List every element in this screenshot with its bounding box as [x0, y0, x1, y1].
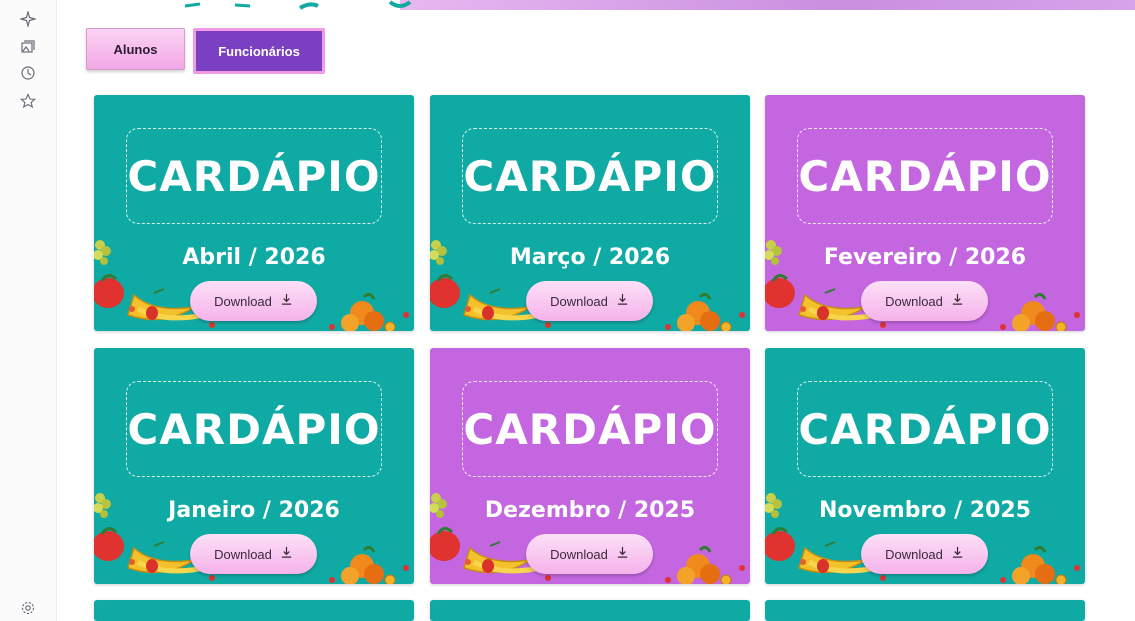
top-banner-decoration: [400, 0, 1135, 10]
card-title: CARDÁPIO: [127, 151, 381, 201]
card-month: Fevereiro / 2026: [823, 245, 1027, 270]
card-month: Março / 2026: [509, 245, 671, 270]
card-title: CARDÁPIO: [798, 404, 1052, 454]
download-icon: [616, 293, 629, 309]
download-button[interactable]: Download: [190, 534, 317, 574]
top-squiggle-decoration: [0, 0, 412, 10]
card-title-frame: CARDÁPIO: [797, 128, 1053, 224]
download-label: Download: [214, 546, 272, 562]
menu-card-partial: [765, 600, 1085, 621]
card-month: Dezembro / 2025: [484, 498, 696, 523]
download-button[interactable]: Download: [526, 534, 653, 574]
download-icon: [616, 546, 629, 562]
audience-tabs: Alunos Funcionários: [86, 28, 325, 74]
gallery-icon[interactable]: [19, 38, 37, 56]
card-title: CARDÁPIO: [463, 404, 717, 454]
download-icon: [951, 293, 964, 309]
menu-card: CARDÁPIO Março / 2026 Download: [430, 95, 750, 331]
tab-funcionarios[interactable]: Funcionários: [193, 28, 325, 74]
menu-card: CARDÁPIO Janeiro / 2026 Download: [94, 348, 414, 584]
card-title: CARDÁPIO: [463, 151, 717, 201]
card-title-frame: CARDÁPIO: [126, 128, 382, 224]
menu-card: CARDÁPIO Abril / 2026 Download: [94, 95, 414, 331]
history-icon[interactable]: [19, 64, 37, 82]
card-title-frame: CARDÁPIO: [462, 381, 718, 477]
menu-card: CARDÁPIO Fevereiro / 2026 Download: [765, 95, 1085, 331]
card-title-frame: CARDÁPIO: [126, 381, 382, 477]
card-month: Janeiro / 2026: [168, 498, 340, 523]
card-title: CARDÁPIO: [127, 404, 381, 454]
download-button[interactable]: Download: [861, 281, 988, 321]
menu-card-partial: [430, 600, 750, 621]
download-button[interactable]: Download: [190, 281, 317, 321]
menu-card-partial: [94, 600, 414, 621]
download-label: Download: [550, 293, 608, 309]
download-icon: [951, 546, 964, 562]
tab-alunos[interactable]: Alunos: [86, 28, 185, 70]
card-title: CARDÁPIO: [798, 151, 1052, 201]
card-month: Abril / 2026: [182, 245, 326, 270]
menu-card: CARDÁPIO Novembro / 2025 Download: [765, 348, 1085, 584]
download-icon: [280, 293, 293, 309]
settings-icon[interactable]: [19, 599, 37, 617]
download-button[interactable]: Download: [526, 281, 653, 321]
card-title-frame: CARDÁPIO: [797, 381, 1053, 477]
sparkle-icon[interactable]: [19, 10, 37, 28]
left-sidebar: [0, 0, 57, 621]
download-icon: [280, 546, 293, 562]
download-label: Download: [214, 293, 272, 309]
download-label: Download: [885, 546, 943, 562]
download-button[interactable]: Download: [861, 534, 988, 574]
download-label: Download: [885, 293, 943, 309]
star-icon[interactable]: [19, 92, 37, 110]
card-title-frame: CARDÁPIO: [462, 128, 718, 224]
card-month: Novembro / 2025: [818, 498, 1031, 523]
menu-card: CARDÁPIO Dezembro / 2025 Download: [430, 348, 750, 584]
download-label: Download: [550, 546, 608, 562]
